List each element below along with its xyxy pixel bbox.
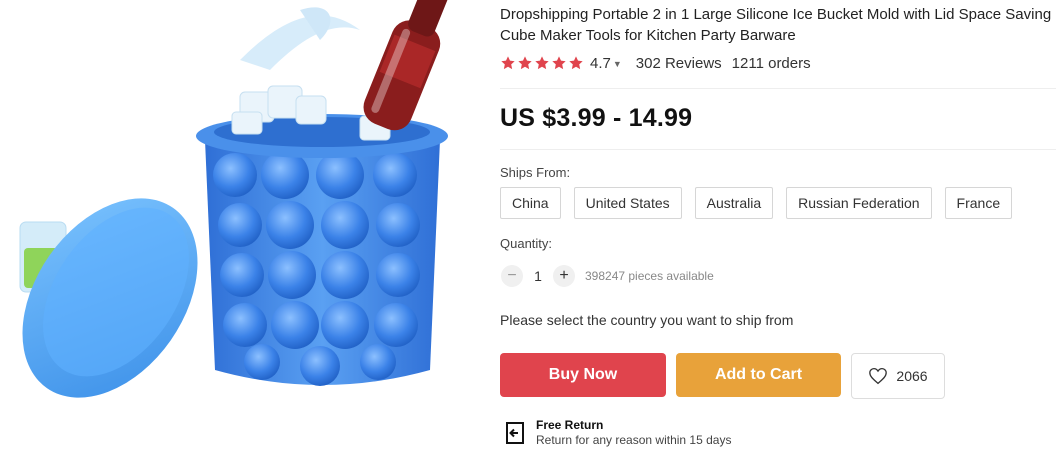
pieces-available: 398247 pieces available bbox=[585, 269, 714, 283]
ice-bucket-illustration bbox=[19, 0, 449, 398]
wishlist-count: 2066 bbox=[896, 368, 928, 384]
divider bbox=[500, 149, 1056, 150]
star-icon bbox=[518, 56, 532, 70]
add-to-cart-button[interactable]: Add to Cart bbox=[676, 353, 841, 397]
rating-value[interactable]: 4.7 bbox=[590, 55, 611, 72]
ship-country-prompt: Please select the country you want to sh… bbox=[500, 312, 794, 328]
free-return: Free Return Return for any reason within… bbox=[502, 418, 731, 448]
free-return-title: Free Return bbox=[536, 418, 604, 432]
buy-now-button[interactable]: Buy Now bbox=[500, 353, 666, 397]
product-image[interactable] bbox=[0, 0, 470, 418]
product-title: Dropshipping Portable 2 in 1 Large Silic… bbox=[500, 6, 1052, 44]
ship-option-united-states[interactable]: United States bbox=[573, 187, 682, 219]
rating-stars bbox=[500, 55, 584, 71]
ships-from-label: Ships From: bbox=[500, 165, 571, 180]
star-icon bbox=[535, 56, 549, 70]
quantity-decrease-button[interactable]: − bbox=[501, 265, 523, 287]
ship-option-france[interactable]: France bbox=[944, 187, 1013, 219]
heart-icon bbox=[869, 367, 888, 385]
return-icon bbox=[506, 422, 524, 444]
wishlist-button[interactable]: 2066 bbox=[851, 353, 945, 399]
divider bbox=[500, 88, 1056, 89]
star-icon bbox=[569, 56, 583, 70]
ship-option-china[interactable]: China bbox=[500, 187, 561, 219]
quantity-label: Quantity: bbox=[500, 236, 553, 251]
free-return-subtitle: Return for any reason within 15 days bbox=[536, 433, 732, 447]
rating-row: 4.7 ▼ 302 Reviews 1211 orders bbox=[500, 53, 811, 73]
star-icon bbox=[501, 56, 515, 70]
reviews-link[interactable]: 302 Reviews bbox=[636, 55, 722, 72]
orders-count: 1211 orders bbox=[731, 54, 811, 72]
price: US $3.99 - 14.99 bbox=[500, 104, 693, 132]
ships-from-options: China United States Australia Russian Fe… bbox=[500, 187, 1013, 219]
chevron-down-icon[interactable]: ▼ bbox=[613, 59, 622, 69]
quantity-increase-button[interactable]: + bbox=[553, 265, 575, 287]
star-icon bbox=[552, 56, 566, 70]
ship-option-russian-federation[interactable]: Russian Federation bbox=[786, 187, 932, 219]
ship-option-australia[interactable]: Australia bbox=[694, 187, 774, 219]
quantity-input[interactable]: 1 bbox=[523, 268, 553, 284]
quantity-stepper: − 1 + 398247 pieces available bbox=[501, 265, 714, 287]
